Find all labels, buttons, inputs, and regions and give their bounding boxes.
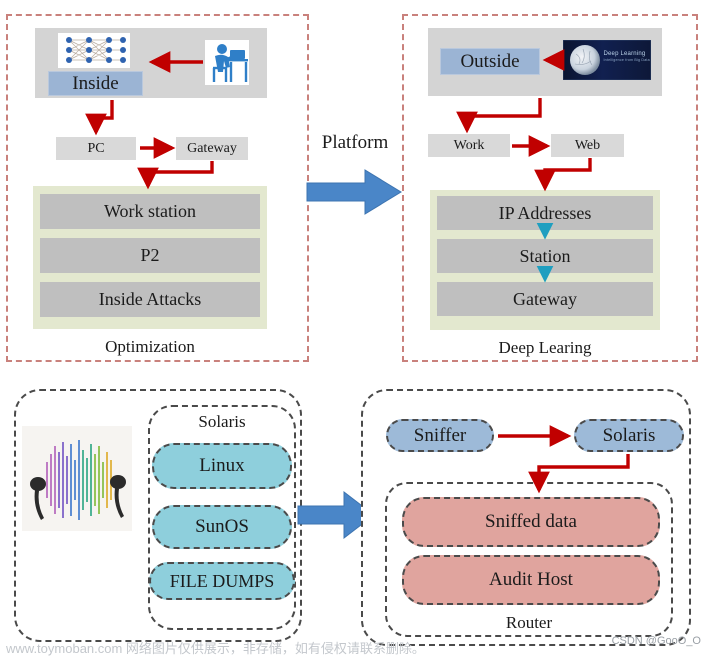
pill-solaris-node[interactable]: Solaris — [574, 419, 684, 452]
neural-network-icon — [58, 33, 130, 68]
outside-label[interactable]: Outside — [440, 48, 540, 75]
audio-waveform-earbuds-image — [22, 426, 132, 531]
diagram-canvas: Inside PC Gateway Work station P2 Inside — [0, 0, 707, 663]
bar-station[interactable]: Station — [437, 239, 653, 273]
bar-p2[interactable]: P2 — [40, 238, 260, 273]
watermark-right: CSDN @GooO_O — [611, 635, 701, 647]
caption-optimization: Optimization — [105, 337, 195, 356]
watermark-left: www.toymoban.com 网络图片仅供展示，非存储，如有侵权请联系删除。 — [6, 641, 425, 656]
chip-work[interactable]: Work — [428, 134, 510, 157]
platform-right-block-arrow — [306, 167, 403, 217]
bar-work-station[interactable]: Work station — [40, 194, 260, 229]
bar-inside-attacks[interactable]: Inside Attacks — [40, 282, 260, 317]
caption-router: Router — [505, 613, 553, 632]
chip-pc[interactable]: PC — [56, 137, 136, 160]
inside-label[interactable]: Inside — [48, 71, 143, 96]
bar-gateway[interactable]: Gateway — [437, 282, 653, 316]
pill-file-dumps[interactable]: FILE DUMPS — [149, 562, 295, 600]
deep-learning-logo: Deep Learning Intelligence from Big Data — [563, 40, 651, 80]
dl-title: Deep Learning — [603, 50, 646, 57]
pill-sniffed-data[interactable]: Sniffed data — [402, 497, 660, 547]
caption-solaris: Solaris — [198, 412, 246, 431]
dl-subtitle: Intelligence from Big Data — [603, 57, 650, 62]
chip-gateway[interactable]: Gateway — [176, 137, 248, 160]
platform-label: Platform — [321, 132, 389, 153]
bar-ip-addresses[interactable]: IP Addresses — [437, 196, 653, 230]
pill-linux[interactable]: Linux — [152, 443, 292, 489]
person-at-computer-icon — [205, 40, 249, 85]
chip-web[interactable]: Web — [551, 134, 624, 157]
pill-audit-host[interactable]: Audit Host — [402, 555, 660, 605]
pill-sniffer[interactable]: Sniffer — [386, 419, 494, 452]
deep-learning-logo-text: Deep Learning Intelligence from Big Data — [603, 50, 649, 63]
pill-sunos[interactable]: SunOS — [152, 505, 292, 549]
caption-deep-learing: Deep Learing — [498, 338, 592, 357]
